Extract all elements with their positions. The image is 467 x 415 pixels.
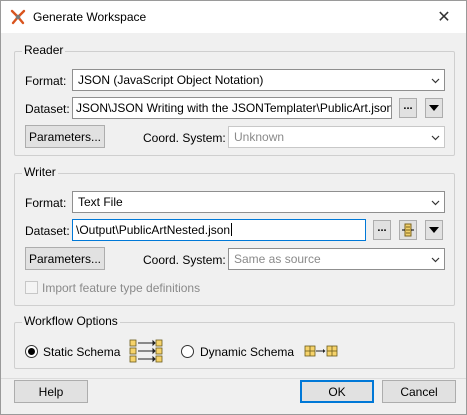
reader-dataset-menu-button[interactable] — [425, 98, 443, 118]
text-caret — [231, 223, 233, 236]
writer-format-value: Text File — [78, 195, 123, 209]
close-button[interactable]: ✕ — [422, 1, 466, 33]
reader-coord-value: Unknown — [234, 130, 285, 144]
dynamic-schema-icon — [304, 345, 338, 357]
help-button[interactable]: Help — [14, 380, 88, 403]
reader-format-value: JSON (JavaScript Object Notation) — [78, 73, 264, 87]
reader-dataset-label: Dataset: — [25, 102, 70, 116]
reader-coord-select[interactable]: Unknown — [228, 126, 445, 148]
writer-dataset-menu-button[interactable] — [425, 220, 443, 240]
writer-legend: Writer — [22, 165, 58, 179]
reader-parameters-button[interactable]: Parameters... — [25, 125, 105, 148]
import-feature-types-label: Import feature type definitions — [42, 281, 201, 295]
feature-types-icon — [402, 223, 414, 237]
reader-dataset-value: JSON\JSON Writing with the JSONTemplater… — [76, 101, 392, 115]
reader-legend: Reader — [22, 43, 66, 57]
writer-feature-types-button[interactable] — [399, 220, 417, 240]
dropdown-arrow-icon — [429, 105, 439, 111]
help-label: Help — [38, 384, 64, 399]
writer-coord-select[interactable]: Same as source — [228, 248, 445, 270]
writer-dataset-label: Dataset: — [25, 224, 70, 238]
reader-format-label: Format: — [25, 74, 67, 88]
reader-dataset-input[interactable]: JSON\JSON Writing with the JSONTemplater… — [72, 97, 392, 119]
ellipsis-icon: ... — [377, 221, 387, 234]
writer-dataset-value: \Output\PublicArtNested.json — [76, 223, 231, 237]
reader-browse-button[interactable]: ... — [399, 98, 417, 118]
import-feature-types-checkbox[interactable] — [25, 281, 38, 294]
ellipsis-icon: ... — [403, 99, 413, 112]
reader-format-select[interactable]: JSON (JavaScript Object Notation) — [72, 69, 445, 91]
chevron-down-icon — [431, 257, 440, 263]
writer-coord-label: Coord. System: — [143, 253, 226, 267]
writer-browse-button[interactable]: ... — [373, 220, 391, 240]
title-bar: Generate Workspace ✕ — [1, 1, 466, 33]
cancel-label: Cancel — [400, 384, 438, 399]
cancel-button[interactable]: Cancel — [382, 380, 456, 403]
footer-separator — [1, 378, 466, 379]
static-schema-radio[interactable] — [25, 345, 38, 358]
ok-label: OK — [328, 384, 346, 399]
static-schema-icon — [129, 339, 163, 363]
fme-app-icon — [10, 9, 26, 25]
chevron-down-icon — [431, 135, 440, 141]
writer-parameters-button[interactable]: Parameters... — [25, 247, 105, 270]
writer-format-select[interactable]: Text File — [72, 191, 445, 213]
generate-workspace-dialog: Generate Workspace ✕ Reader Format: JSON… — [0, 0, 467, 415]
dynamic-schema-radio[interactable] — [181, 345, 194, 358]
close-icon: ✕ — [437, 9, 451, 26]
writer-format-label: Format: — [25, 196, 67, 210]
window-title: Generate Workspace — [33, 10, 147, 24]
ok-button[interactable]: OK — [300, 380, 374, 403]
writer-dataset-input[interactable]: \Output\PublicArtNested.json — [72, 219, 366, 241]
reader-parameters-label: Parameters... — [28, 129, 102, 144]
reader-coord-label: Coord. System: — [143, 131, 226, 145]
dropdown-arrow-icon — [429, 227, 439, 233]
chevron-down-icon — [431, 200, 440, 206]
dynamic-schema-label: Dynamic Schema — [200, 345, 295, 359]
writer-parameters-label: Parameters... — [28, 251, 102, 266]
static-schema-label: Static Schema — [43, 345, 121, 359]
chevron-down-icon — [431, 78, 440, 84]
writer-coord-value: Same as source — [234, 252, 321, 266]
workflow-options-legend: Workflow Options — [22, 314, 120, 328]
